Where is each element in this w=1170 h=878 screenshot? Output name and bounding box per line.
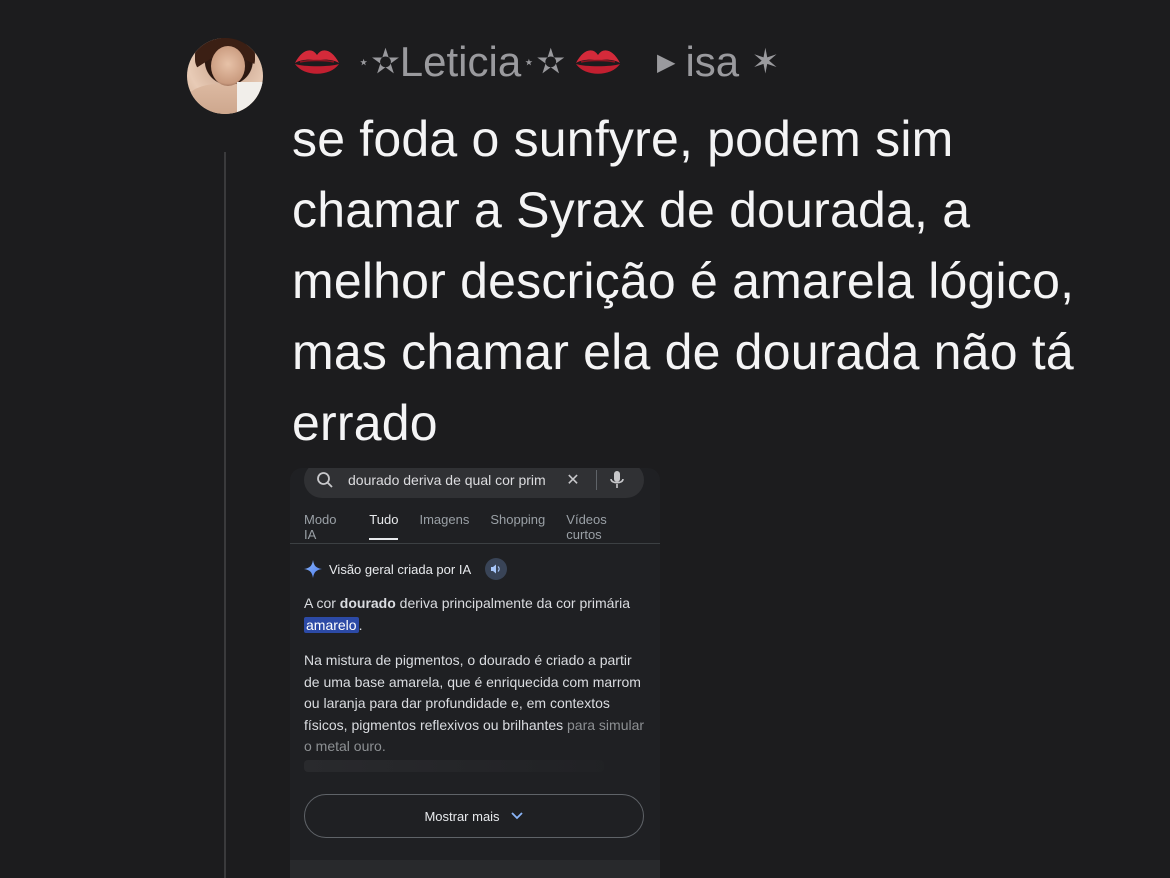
ai-answer-paragraph: Na mistura de pigmentos, o dourado é cri… [304, 650, 649, 758]
avatar-face [211, 46, 245, 86]
asterisk-icon: ✶ [751, 43, 780, 81]
post-header: ⋆ ✫ Leticia ⋆ ✫ ▶ isa ✶ [292, 36, 780, 88]
divider [290, 543, 660, 544]
sparkle-icon [304, 560, 322, 578]
ai-answer-paragraph: A cor dourado deriva principalmente da c… [304, 593, 649, 636]
tab-modo-ia: Modo IA [304, 512, 337, 542]
reply-to-name[interactable]: isa [685, 38, 739, 86]
ai-overview-header: Visão geral criada por IA [304, 558, 508, 580]
thread-line [224, 152, 226, 878]
faded-text-line [304, 760, 604, 772]
show-more-label: Mostrar mais [424, 808, 500, 824]
divider [596, 470, 597, 490]
tab-tudo: Tudo [369, 512, 399, 540]
answer-text: A cor [304, 595, 340, 611]
sparkle-deco-icon: ⋆ [523, 51, 535, 72]
post-text: se foda o sunfyre, podem sim chamar a Sy… [292, 111, 1075, 451]
reply-arrow-icon: ▶ [656, 48, 676, 76]
tab-imagens: Imagens [419, 512, 470, 527]
kiss-mark-icon [292, 43, 342, 81]
kiss-mark-icon [573, 43, 623, 81]
answer-text: . [358, 616, 363, 633]
ai-overview-title: Visão geral criada por IA [329, 561, 472, 577]
thread-screen: ⋆ ✫ Leticia ⋆ ✫ ▶ isa ✶ se foda o sunfyr… [0, 0, 1170, 878]
search-icon [317, 472, 333, 488]
star-icon: ✫ [536, 43, 565, 81]
close-icon: ✕ [566, 472, 580, 489]
speaker-icon [485, 558, 508, 580]
tab-shopping: Shopping [490, 512, 546, 527]
star-icon: ✫ [371, 43, 400, 81]
answer-text: deriva principalmente da cor primária [395, 595, 631, 611]
mic-icon [610, 471, 624, 488]
attached-screenshot[interactable]: dourado deriva de qual cor prim ✕ Modo I… [290, 468, 660, 878]
answer-bold: dourado [339, 595, 396, 611]
avatar[interactable] [187, 38, 263, 114]
author-name[interactable]: Leticia [400, 38, 521, 86]
chevron-down-icon [510, 812, 523, 820]
search-tabs: Modo IA Tudo Imagens Shopping Vídeos cur… [304, 512, 660, 542]
screenshot-bottom-edge [290, 860, 660, 878]
tab-videos-curtos: Vídeos curtos [566, 512, 607, 542]
sparkle-deco-icon: ⋆ [358, 51, 370, 72]
answer-highlight: amarelo [304, 616, 359, 633]
search-query: dourado deriva de qual cor prim [348, 472, 546, 488]
show-more-button: Mostrar mais [304, 794, 644, 838]
search-bar: dourado deriva de qual cor prim ✕ [304, 468, 644, 498]
avatar-background [237, 82, 263, 114]
